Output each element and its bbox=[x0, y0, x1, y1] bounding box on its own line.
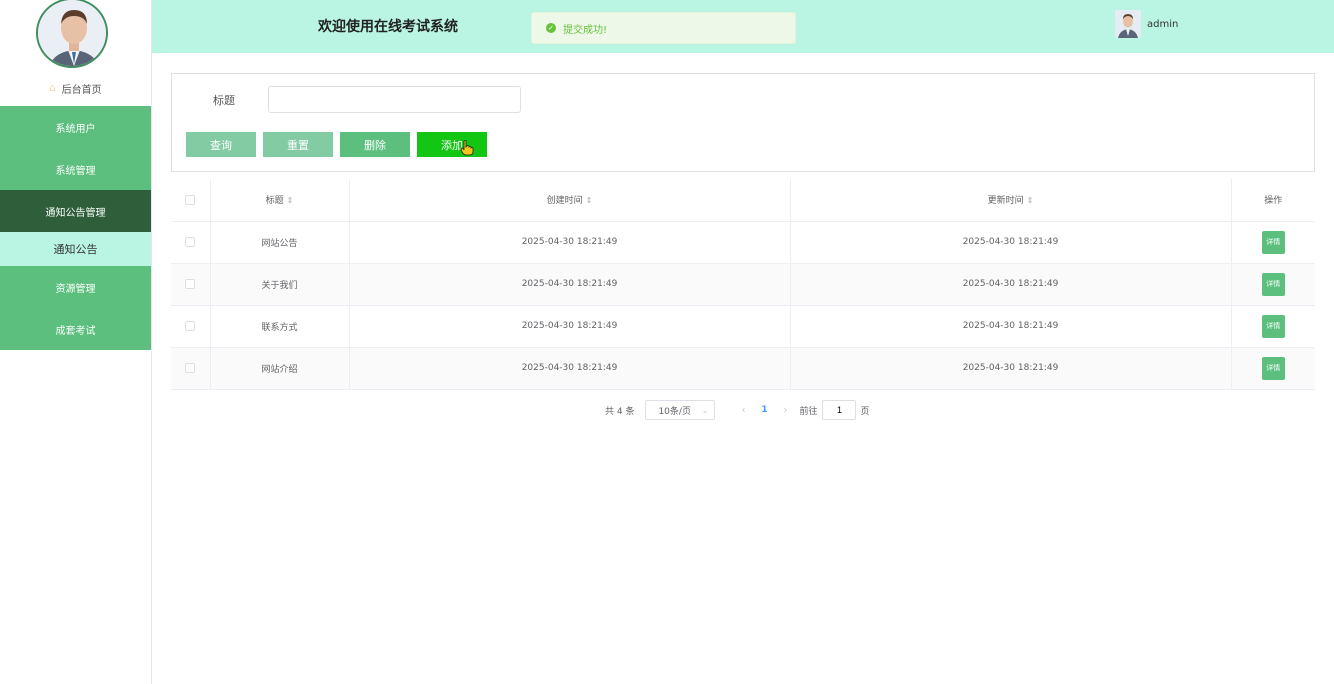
row-created: 2025-04-30 18:21:49 bbox=[349, 305, 791, 348]
table-header-row: 标题 ⇕ 创建时间 ⇕ 更新时间 ⇕ 操作 bbox=[171, 179, 1315, 222]
page-size-select[interactable]: 10条/页 ⌄ bbox=[645, 400, 716, 420]
table-row: 网站公告 2025-04-30 18:21:49 2025-04-30 18:2… bbox=[171, 221, 1315, 264]
sidebar-item-resource-management[interactable]: 资源管理 bbox=[0, 266, 151, 308]
column-created[interactable]: 创建时间 ⇕ bbox=[349, 179, 791, 222]
row-title: 关于我们 bbox=[210, 263, 350, 306]
row-updated: 2025-04-30 18:21:49 bbox=[790, 263, 1232, 306]
title-filter-input[interactable] bbox=[268, 86, 521, 113]
sort-icon[interactable]: ⇕ bbox=[586, 196, 593, 205]
row-checkbox[interactable] bbox=[185, 236, 196, 247]
sort-icon[interactable]: ⇕ bbox=[1027, 196, 1034, 205]
table-row: 关于我们 2025-04-30 18:21:49 2025-04-30 18:2… bbox=[171, 263, 1315, 306]
sidebar-item-label: 通知公告管理 bbox=[45, 207, 106, 219]
home-label: 后台首页 bbox=[61, 84, 102, 96]
row-checkbox[interactable] bbox=[185, 320, 196, 331]
search-panel: 标题 查询 重置 删除 添加 bbox=[171, 73, 1315, 172]
sidebar-item-exam-sets[interactable]: 成套考试 bbox=[0, 308, 151, 350]
toast-message: 提交成功! bbox=[563, 24, 608, 36]
notice-table: 标题 ⇕ 创建时间 ⇕ 更新时间 ⇕ 操作 网站公告 2025-04-30 18:21… bbox=[171, 179, 1315, 390]
select-all-checkbox[interactable] bbox=[185, 194, 196, 205]
detail-button[interactable]: 详情 bbox=[1261, 230, 1285, 254]
goto-page-input[interactable] bbox=[822, 400, 857, 420]
current-page[interactable]: 1 bbox=[757, 405, 771, 415]
table-row: 联系方式 2025-04-30 18:21:49 2025-04-30 18:2… bbox=[171, 305, 1315, 348]
user-menu[interactable]: admin bbox=[1115, 10, 1178, 38]
sidebar-item-label: 系统管理 bbox=[55, 165, 96, 177]
row-created: 2025-04-30 18:21:49 bbox=[349, 263, 791, 306]
row-title: 网站介绍 bbox=[210, 347, 350, 390]
detail-button[interactable]: 详情 bbox=[1261, 272, 1285, 296]
avatar-image bbox=[38, 0, 106, 66]
sidebar-item-notice-management[interactable]: 通知公告管理 bbox=[0, 190, 151, 232]
user-avatar[interactable] bbox=[1115, 10, 1141, 38]
sidebar: ⌂ 后台首页 系统用户 系统管理 通知公告管理 通知公告 资源管理 成套考试 bbox=[0, 0, 152, 684]
column-updated[interactable]: 更新时间 ⇕ bbox=[790, 179, 1232, 222]
username: admin bbox=[1147, 18, 1179, 30]
row-created: 2025-04-30 18:21:49 bbox=[349, 347, 791, 390]
check-circle-icon: ✓ bbox=[546, 23, 556, 33]
row-created: 2025-04-30 18:21:49 bbox=[349, 221, 791, 264]
next-page-icon[interactable]: › bbox=[771, 405, 799, 416]
sidebar-item-label: 通知公告 bbox=[53, 243, 98, 256]
home-icon: ⌂ bbox=[49, 82, 56, 94]
goto-label: 前往 bbox=[799, 406, 818, 417]
page-size-value: 10条/页 bbox=[658, 406, 691, 417]
detail-button[interactable]: 详情 bbox=[1261, 314, 1285, 338]
column-created-label: 创建时间 bbox=[546, 196, 583, 207]
row-title: 网站公告 bbox=[210, 221, 350, 264]
hand-cursor-icon bbox=[460, 140, 474, 159]
success-toast: ✓ 提交成功! bbox=[531, 12, 796, 44]
top-header: 欢迎使用在线考试系统 ✓ 提交成功! admin bbox=[152, 0, 1334, 53]
sidebar-subitem-notices[interactable]: 通知公告 bbox=[0, 232, 151, 266]
sidebar-menu: 系统用户 系统管理 通知公告管理 通知公告 资源管理 成套考试 bbox=[0, 106, 151, 350]
sidebar-item-system-management[interactable]: 系统管理 bbox=[0, 148, 151, 190]
column-actions: 操作 bbox=[1231, 179, 1315, 222]
sort-icon[interactable]: ⇕ bbox=[287, 196, 294, 205]
sidebar-item-label: 成套考试 bbox=[55, 325, 96, 337]
sidebar-item-system-users[interactable]: 系统用户 bbox=[0, 106, 151, 148]
avatar[interactable] bbox=[36, 0, 108, 68]
sidebar-item-label: 系统用户 bbox=[55, 123, 96, 135]
column-updated-label: 更新时间 bbox=[987, 196, 1024, 207]
prev-page-icon[interactable]: ‹ bbox=[729, 405, 757, 416]
add-button[interactable]: 添加 bbox=[417, 132, 487, 157]
row-title: 联系方式 bbox=[210, 305, 350, 348]
table-row: 网站介绍 2025-04-30 18:21:49 2025-04-30 18:2… bbox=[171, 347, 1315, 390]
title-filter-label: 标题 bbox=[213, 94, 235, 107]
select-all-cell bbox=[171, 179, 211, 222]
row-checkbox[interactable] bbox=[185, 362, 196, 373]
home-link[interactable]: ⌂ 后台首页 bbox=[0, 78, 151, 98]
column-actions-label: 操作 bbox=[1264, 196, 1283, 207]
user-avatar-image bbox=[1115, 10, 1141, 38]
delete-button[interactable]: 删除 bbox=[340, 132, 410, 157]
pagination-total: 共 4 条 bbox=[605, 406, 635, 417]
row-updated: 2025-04-30 18:21:49 bbox=[790, 347, 1232, 390]
sidebar-item-label: 资源管理 bbox=[55, 283, 96, 295]
detail-button[interactable]: 详情 bbox=[1261, 356, 1285, 380]
query-button[interactable]: 查询 bbox=[186, 132, 256, 157]
page-suffix: 页 bbox=[860, 406, 870, 417]
row-checkbox[interactable] bbox=[185, 278, 196, 289]
column-title-label: 标题 bbox=[265, 196, 284, 207]
pagination: 共 4 条 10条/页 ⌄ ‹ 1 › 前往 页 bbox=[605, 400, 869, 420]
reset-button[interactable]: 重置 bbox=[263, 132, 333, 157]
page-title: 欢迎使用在线考试系统 bbox=[318, 19, 458, 35]
row-updated: 2025-04-30 18:21:49 bbox=[790, 305, 1232, 348]
column-title[interactable]: 标题 ⇕ bbox=[210, 179, 350, 222]
row-updated: 2025-04-30 18:21:49 bbox=[790, 221, 1232, 264]
chevron-down-icon: ⌄ bbox=[701, 405, 709, 415]
